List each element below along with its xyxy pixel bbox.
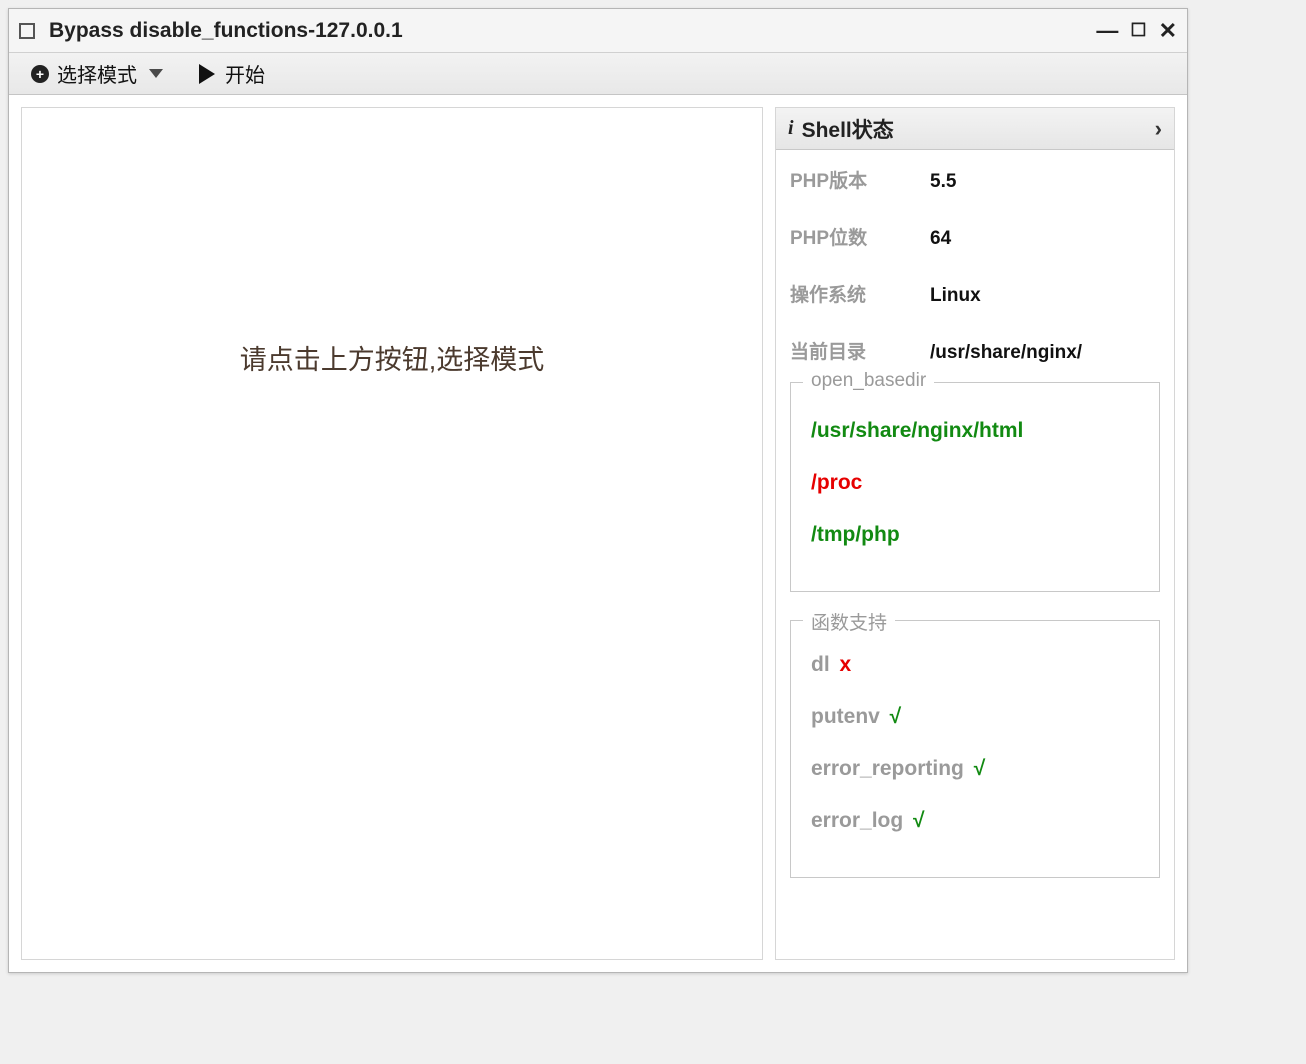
basedir-item: /tmp/php bbox=[811, 523, 1139, 547]
php-bits-label: PHP位数 bbox=[790, 223, 930, 250]
basedir-item: /proc bbox=[811, 471, 1139, 495]
select-mode-button[interactable]: + 选择模式 bbox=[23, 55, 171, 92]
maximize-button[interactable]: ☐ bbox=[1130, 20, 1146, 41]
dropdown-arrow-icon bbox=[149, 69, 163, 78]
cwd-value: /usr/share/nginx/ bbox=[930, 342, 1082, 364]
function-item: dl x bbox=[811, 653, 1139, 677]
start-button[interactable]: 开始 bbox=[191, 55, 273, 92]
chevron-right-icon: › bbox=[1155, 116, 1162, 142]
php-version-label: PHP版本 bbox=[790, 166, 930, 193]
content-area: 请点击上方按钮,选择模式 i Shell状态 › PHP版本 5.5 PHP位数… bbox=[9, 95, 1187, 972]
function-name: error_log bbox=[811, 809, 903, 832]
check-icon: √ bbox=[968, 757, 985, 780]
check-icon: √ bbox=[884, 705, 901, 728]
os-label: 操作系统 bbox=[790, 280, 930, 307]
side-panel: i Shell状态 › PHP版本 5.5 PHP位数 64 操作系统 Linu… bbox=[775, 107, 1175, 960]
cross-icon: x bbox=[834, 653, 852, 676]
panel-title: Shell状态 bbox=[802, 114, 894, 144]
function-name: dl bbox=[811, 653, 830, 676]
panel-header[interactable]: i Shell状态 › bbox=[776, 108, 1174, 150]
info-row-os: 操作系统 Linux bbox=[790, 280, 1160, 307]
main-placeholder-text: 请点击上方按钮,选择模式 bbox=[240, 338, 545, 377]
function-item: error_reporting √ bbox=[811, 757, 1139, 781]
window-title: Bypass disable_functions-127.0.0.1 bbox=[49, 19, 1084, 43]
titlebar[interactable]: Bypass disable_functions-127.0.0.1 — ☐ ✕ bbox=[9, 9, 1187, 53]
play-icon bbox=[199, 64, 215, 84]
open-basedir-legend: open_basedir bbox=[803, 370, 934, 392]
functions-fieldset: 函数支持 dl xputenv √error_reporting √error_… bbox=[790, 620, 1160, 878]
toolbar: + 选择模式 开始 bbox=[9, 53, 1187, 95]
basedir-item: /usr/share/nginx/html bbox=[811, 419, 1139, 443]
select-mode-label: 选择模式 bbox=[57, 59, 137, 88]
info-row-php-version: PHP版本 5.5 bbox=[790, 166, 1160, 193]
start-label: 开始 bbox=[225, 59, 265, 88]
app-window: Bypass disable_functions-127.0.0.1 — ☐ ✕… bbox=[8, 8, 1188, 973]
main-panel: 请点击上方按钮,选择模式 bbox=[21, 107, 763, 960]
functions-list: dl xputenv √error_reporting √error_log √ bbox=[811, 653, 1139, 833]
check-icon: √ bbox=[907, 809, 924, 832]
panel-body: PHP版本 5.5 PHP位数 64 操作系统 Linux 当前目录 /usr/… bbox=[776, 150, 1174, 959]
os-value: Linux bbox=[930, 285, 981, 307]
plus-circle-icon: + bbox=[31, 65, 49, 83]
open-basedir-list: /usr/share/nginx/html/proc/tmp/php bbox=[811, 419, 1139, 547]
function-item: error_log √ bbox=[811, 809, 1139, 833]
info-icon: i bbox=[788, 117, 794, 140]
php-version-value: 5.5 bbox=[930, 171, 956, 193]
close-button[interactable]: ✕ bbox=[1159, 18, 1177, 44]
minimize-button[interactable]: — bbox=[1096, 18, 1118, 44]
info-row-cwd: 当前目录 /usr/share/nginx/ bbox=[790, 337, 1160, 364]
function-name: putenv bbox=[811, 705, 880, 728]
cwd-label: 当前目录 bbox=[790, 337, 930, 364]
window-icon bbox=[19, 23, 35, 39]
function-item: putenv √ bbox=[811, 705, 1139, 729]
open-basedir-fieldset: open_basedir /usr/share/nginx/html/proc/… bbox=[790, 382, 1160, 592]
php-bits-value: 64 bbox=[930, 228, 951, 250]
functions-legend: 函数支持 bbox=[803, 608, 895, 635]
function-name: error_reporting bbox=[811, 757, 964, 780]
info-row-php-bits: PHP位数 64 bbox=[790, 223, 1160, 250]
